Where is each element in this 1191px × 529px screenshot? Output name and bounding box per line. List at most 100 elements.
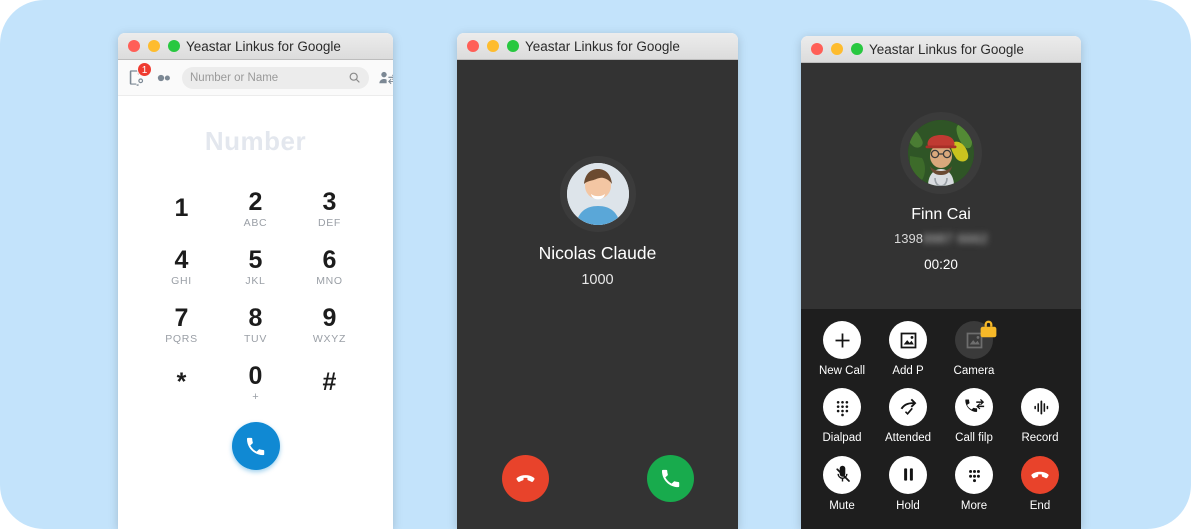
- key-0[interactable]: 0 +: [219, 354, 293, 412]
- action-label: Attended: [884, 432, 932, 445]
- close-button[interactable]: [811, 43, 823, 55]
- screenshot-canvas: Yeastar Linkus for Google 1 Number or Na…: [0, 0, 1191, 529]
- more-dots-icon: [955, 455, 993, 494]
- caller-number-masked: 9987 6662: [922, 231, 988, 246]
- zoom-button[interactable]: [507, 40, 519, 52]
- dialpad-area: Number 1 2 ABC 3 DEF 4 GHI 5 JKL 6 MNO 7…: [118, 96, 393, 529]
- key-letters: PQRS: [165, 332, 198, 345]
- action-label: More: [960, 499, 988, 512]
- key-digit: 3: [322, 188, 337, 217]
- close-button[interactable]: [128, 40, 140, 52]
- incall-titlebar[interactable]: Yeastar Linkus for Google: [801, 36, 1081, 63]
- traffic-lights: [467, 40, 519, 52]
- phone-hangup-icon: [515, 475, 535, 482]
- voicemail-icon[interactable]: 1: [127, 61, 152, 89]
- action-record[interactable]: Record: [1007, 388, 1073, 455]
- action-mute[interactable]: Mute: [809, 455, 875, 523]
- pause-icon: [889, 455, 927, 494]
- lock-icon: [980, 320, 997, 338]
- key-3[interactable]: 3 DEF: [293, 180, 367, 238]
- close-button[interactable]: [467, 40, 479, 52]
- voicemail-badge: 1: [137, 61, 152, 77]
- key-6[interactable]: 6 MNO: [293, 238, 367, 296]
- caller-extension: 1000: [581, 272, 614, 288]
- key-8[interactable]: 8 TUV: [219, 296, 293, 354]
- key-star[interactable]: *: [145, 354, 219, 412]
- caller-name: Finn Cai: [911, 206, 971, 223]
- action-hold[interactable]: Hold: [875, 455, 941, 523]
- key-digit: 9: [322, 304, 337, 333]
- action-label: End: [1029, 499, 1051, 512]
- key-digit: *: [176, 368, 187, 397]
- key-digit: 1: [174, 194, 189, 223]
- incoming-titlebar[interactable]: Yeastar Linkus for Google: [457, 33, 738, 60]
- action-label: Hold: [896, 499, 920, 512]
- action-label: Mute: [829, 499, 855, 512]
- dialer-titlebar[interactable]: Yeastar Linkus for Google: [118, 33, 393, 60]
- decline-call-button[interactable]: [501, 455, 549, 502]
- key-digit: 2: [248, 188, 263, 217]
- window-title: Yeastar Linkus for Google: [186, 38, 341, 54]
- action-add-p[interactable]: Add P: [875, 321, 941, 388]
- user-transfer-icon[interactable]: [378, 67, 393, 89]
- call-button[interactable]: [231, 422, 280, 470]
- mic-off-icon: [823, 455, 861, 494]
- contacts-icon[interactable]: [155, 67, 173, 89]
- key-letters: DEF: [317, 216, 342, 229]
- action-label: Dialpad: [822, 432, 862, 445]
- action-attended-transfer[interactable]: Attended: [875, 388, 941, 455]
- caller-number: 1398 9987 6662: [894, 231, 988, 246]
- key-hash[interactable]: #: [293, 354, 367, 412]
- window-in-call: Yeastar Linkus for Google Finn Cai 1398 …: [801, 36, 1081, 529]
- key-7[interactable]: 7 PQRS: [145, 296, 219, 354]
- dialpad-icon: [823, 388, 861, 427]
- action-new-call[interactable]: New Call: [809, 321, 875, 388]
- call-flip-icon: [955, 388, 993, 427]
- key-letters: ABC: [243, 216, 268, 229]
- traffic-lights: [128, 40, 180, 52]
- dialer-toolbar: 1: [118, 60, 393, 96]
- caller-avatar: [566, 163, 629, 225]
- accept-call-button[interactable]: [646, 455, 694, 502]
- window-incoming-call: Yeastar Linkus for Google Nicolas Claude…: [457, 33, 738, 529]
- key-2[interactable]: 2 ABC: [219, 180, 293, 238]
- caller-number-visible: 1398: [894, 231, 923, 246]
- keypad: 1 2 ABC 3 DEF 4 GHI 5 JKL 6 MNO 7 PQRS 8…: [145, 180, 367, 412]
- camera-image-icon: [955, 320, 997, 359]
- minimize-button[interactable]: [148, 40, 160, 52]
- action-call-flip[interactable]: Call filp: [941, 388, 1007, 455]
- caller-info: Nicolas Claude 1000: [457, 60, 738, 288]
- action-dialpad[interactable]: Dialpad: [809, 388, 875, 455]
- key-digit: 6: [322, 246, 337, 275]
- action-end-call[interactable]: End: [1007, 455, 1073, 523]
- key-letters: JKL: [245, 274, 266, 287]
- search-input[interactable]: [190, 71, 344, 84]
- key-digit: 4: [174, 246, 189, 275]
- key-4[interactable]: 4 GHI: [145, 238, 219, 296]
- traffic-lights: [811, 43, 863, 55]
- action-more[interactable]: More: [941, 455, 1007, 523]
- key-digit: 0: [248, 362, 263, 391]
- minimize-button[interactable]: [487, 40, 499, 52]
- key-letters: TUV: [243, 332, 268, 345]
- key-letters: GHI: [171, 274, 192, 287]
- zoom-button[interactable]: [168, 40, 180, 52]
- phone-icon: [661, 469, 679, 488]
- key-5[interactable]: 5 JKL: [219, 238, 293, 296]
- minimize-button[interactable]: [831, 43, 843, 55]
- phone-icon: [246, 437, 265, 455]
- zoom-button[interactable]: [851, 43, 863, 55]
- key-1[interactable]: 1: [145, 180, 219, 238]
- incall-action-grid: New Call Add P Camera Dialpad Attended C…: [801, 309, 1081, 529]
- key-letters: MNO: [316, 274, 343, 287]
- window-title: Yeastar Linkus for Google: [525, 38, 680, 54]
- search-box[interactable]: [182, 66, 369, 89]
- action-camera[interactable]: Camera: [941, 320, 1007, 388]
- phone-hangup-icon: [1021, 455, 1059, 494]
- image-add-icon: [889, 321, 927, 359]
- incoming-call-body: Nicolas Claude 1000: [457, 60, 738, 529]
- search-icon: [349, 72, 360, 83]
- action-label: Camera: [953, 365, 995, 377]
- key-9[interactable]: 9 WXYZ: [293, 296, 367, 354]
- key-digit: 5: [248, 246, 263, 275]
